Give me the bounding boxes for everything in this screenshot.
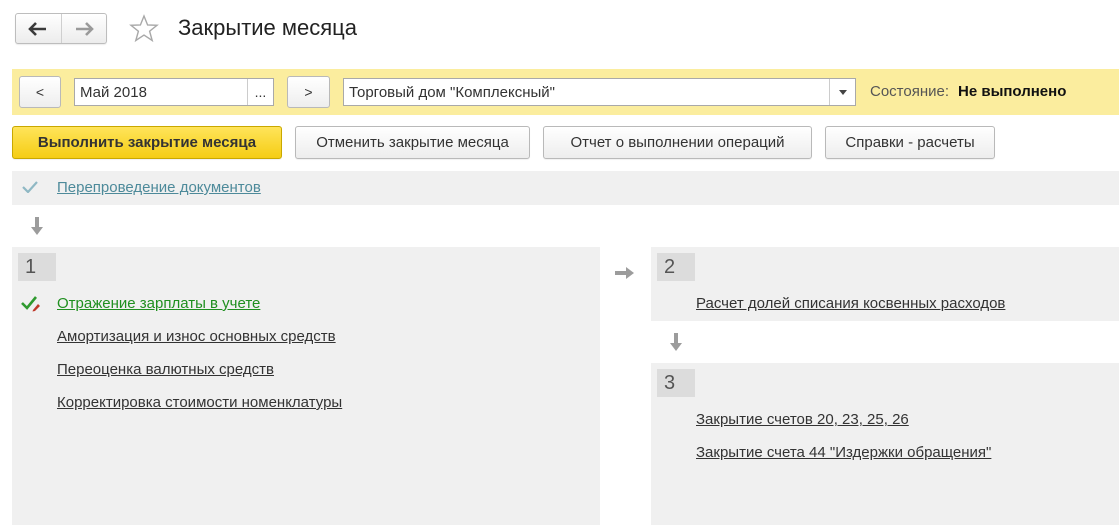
- navigation-buttons: [15, 13, 107, 44]
- cancel-closing-button[interactable]: Отменить закрытие месяца: [295, 126, 530, 159]
- page-title: Закрытие месяца: [178, 15, 358, 40]
- stage-2-number: 2: [657, 253, 695, 281]
- operation-close-account-44-link[interactable]: Закрытие счета 44 "Издержки обращения": [696, 444, 991, 461]
- organization-value: Торговый дом "Комплексный": [349, 83, 555, 101]
- period-choose-button[interactable]: ...: [247, 79, 273, 105]
- state-value: Не выполнено: [958, 83, 1067, 100]
- arrow-down-icon: [31, 217, 43, 235]
- reposting-documents-link[interactable]: Перепроведение документов: [57, 179, 261, 196]
- arrow-right-flow-icon: [615, 267, 634, 279]
- next-period-button[interactable]: >: [287, 76, 330, 108]
- star-icon[interactable]: [128, 13, 160, 45]
- operation-payroll-link[interactable]: Отражение зарплаты в учете: [57, 295, 260, 312]
- chevron-down-icon: [838, 89, 847, 95]
- previous-period-button[interactable]: <: [19, 76, 61, 108]
- stage-3-number: 3: [657, 369, 695, 397]
- back-button[interactable]: [16, 14, 61, 43]
- check-icon: [22, 181, 38, 193]
- operations-report-button[interactable]: Отчет о выполнении операций: [543, 126, 812, 159]
- state-label: Состояние:: [870, 83, 950, 100]
- operation-depreciation-link[interactable]: Амортизация и износ основных средств: [57, 328, 336, 345]
- period-field[interactable]: Май 2018 ...: [74, 78, 274, 106]
- references-button[interactable]: Справки - расчеты: [825, 126, 995, 159]
- operation-currency-revaluation-link[interactable]: Переоценка валютных средств: [57, 361, 274, 378]
- check-edit-icon: [21, 296, 40, 312]
- arrow-right-icon: [75, 21, 94, 36]
- operation-cost-adjustment-link[interactable]: Корректировка стоимости номенклатуры: [57, 394, 342, 411]
- arrow-left-icon: [28, 21, 47, 36]
- arrow-down-icon: [670, 333, 682, 351]
- forward-button[interactable]: [60, 14, 107, 43]
- period-value: Май 2018: [80, 83, 147, 101]
- organization-dropdown-button[interactable]: [829, 79, 855, 105]
- operation-close-accounts-link[interactable]: Закрытие счетов 20, 23, 25, 26: [696, 411, 909, 428]
- operation-indirect-costs-link[interactable]: Расчет долей списания косвенных расходов: [696, 295, 1005, 312]
- organization-field[interactable]: Торговый дом "Комплексный": [343, 78, 856, 106]
- execute-closing-button[interactable]: Выполнить закрытие месяца: [12, 126, 282, 159]
- stage-1-number: 1: [18, 253, 56, 281]
- stage-1-panel: [12, 247, 600, 525]
